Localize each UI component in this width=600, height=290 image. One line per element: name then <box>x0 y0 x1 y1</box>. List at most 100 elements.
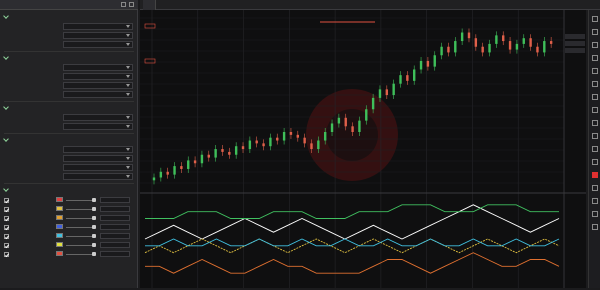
dropdown-arrow-icon <box>126 24 130 28</box>
candle-body <box>447 46 450 53</box>
candle-body <box>481 46 484 53</box>
color-swatch[interactable] <box>56 206 63 211</box>
setting-dropdown[interactable] <box>63 81 133 89</box>
setting-row <box>8 63 134 71</box>
candle-body <box>180 166 183 169</box>
candle-body <box>351 126 354 132</box>
candle-body <box>358 120 361 132</box>
setting-dropdown[interactable] <box>63 122 133 130</box>
setting-row <box>8 154 134 162</box>
grid-icon[interactable] <box>592 211 598 217</box>
chart-area[interactable] <box>140 10 586 288</box>
number-field[interactable] <box>100 233 130 239</box>
fib-icon[interactable] <box>592 68 598 74</box>
color-swatch[interactable] <box>56 233 63 238</box>
section-header[interactable] <box>3 136 11 144</box>
number-field[interactable] <box>100 206 130 212</box>
section-header[interactable] <box>3 104 11 112</box>
setting-row <box>8 31 134 39</box>
section-header[interactable] <box>3 13 11 21</box>
dropdown-arrow-icon <box>126 165 130 169</box>
settings-icon[interactable] <box>592 185 598 191</box>
setting-dropdown[interactable] <box>63 113 133 121</box>
setting-dropdown[interactable] <box>63 72 133 80</box>
color-swatch[interactable] <box>56 224 63 229</box>
setting-dropdown[interactable] <box>63 90 133 98</box>
slider-knob[interactable] <box>92 225 96 229</box>
section-header[interactable] <box>3 186 11 194</box>
plot-checkbox[interactable] <box>4 251 9 257</box>
plot-checkbox[interactable] <box>4 197 9 203</box>
plot-row <box>4 250 134 258</box>
minimize-icon[interactable] <box>121 2 126 7</box>
slider-knob[interactable] <box>92 198 96 202</box>
plot-checkbox[interactable] <box>4 224 9 230</box>
eye-icon[interactable] <box>592 146 598 152</box>
setting-dropdown[interactable] <box>63 31 133 39</box>
candle-body <box>419 60 423 70</box>
setting-dropdown[interactable] <box>63 22 133 30</box>
cursor-icon[interactable] <box>592 16 598 22</box>
color-swatch[interactable] <box>56 197 63 202</box>
color-swatch[interactable] <box>56 242 63 247</box>
record-icon[interactable] <box>592 172 598 178</box>
sub-series-line <box>145 238 560 247</box>
setting-dropdown[interactable] <box>63 163 133 171</box>
setting-dropdown[interactable] <box>63 154 133 162</box>
vertical-toolbar <box>588 10 600 288</box>
candle-body <box>522 38 525 44</box>
candle-body <box>159 171 163 178</box>
slider-knob[interactable] <box>92 243 96 247</box>
zoom-icon[interactable] <box>592 107 598 113</box>
ruler-icon[interactable] <box>592 94 598 100</box>
plot-row <box>4 214 134 222</box>
number-field[interactable] <box>100 215 130 221</box>
dropdown-arrow-icon <box>126 65 130 69</box>
lock-icon[interactable] <box>592 133 598 139</box>
number-field[interactable] <box>100 242 130 248</box>
slider-knob[interactable] <box>92 234 96 238</box>
plot-row <box>4 232 134 240</box>
panel-window-buttons <box>121 2 134 7</box>
candle-body <box>187 160 190 169</box>
section-header[interactable] <box>3 54 11 62</box>
candle-body <box>529 38 532 47</box>
layers-icon[interactable] <box>592 198 598 204</box>
plot-checkbox[interactable] <box>4 215 9 221</box>
color-swatch[interactable] <box>56 215 63 220</box>
plot-checkbox[interactable] <box>4 242 9 248</box>
text-icon[interactable] <box>592 81 598 87</box>
chart-svg[interactable] <box>140 10 586 288</box>
candle-body <box>413 69 416 81</box>
slider-knob[interactable] <box>92 216 96 220</box>
slider-knob[interactable] <box>92 207 96 211</box>
number-field[interactable] <box>100 197 130 203</box>
number-field[interactable] <box>100 224 130 230</box>
plot-checkbox[interactable] <box>4 233 9 239</box>
close-icon[interactable] <box>129 2 134 7</box>
magnet-icon[interactable] <box>592 120 598 126</box>
candle-body <box>255 140 258 144</box>
candle-body <box>296 134 299 138</box>
setting-dropdown[interactable] <box>63 172 133 180</box>
bell-icon[interactable] <box>592 224 598 230</box>
setting-row <box>8 122 134 130</box>
candle-body <box>193 160 197 164</box>
candle-body <box>310 143 313 150</box>
candle-body <box>392 83 395 96</box>
crosshair-icon[interactable] <box>592 29 598 35</box>
setting-dropdown[interactable] <box>63 40 133 48</box>
dropdown-arrow-icon <box>126 83 130 87</box>
plot-checkbox[interactable] <box>4 206 9 212</box>
setting-dropdown[interactable] <box>63 145 133 153</box>
slider-knob[interactable] <box>92 252 96 256</box>
trend-icon[interactable] <box>592 55 598 61</box>
number-field[interactable] <box>100 251 130 257</box>
color-swatch[interactable] <box>56 251 63 256</box>
setting-dropdown[interactable] <box>63 63 133 71</box>
chevron-down-icon <box>3 136 9 142</box>
settings-panel <box>0 0 138 288</box>
trash-icon[interactable] <box>592 159 598 165</box>
chart-tab[interactable] <box>143 0 156 10</box>
line-icon[interactable] <box>592 42 598 48</box>
